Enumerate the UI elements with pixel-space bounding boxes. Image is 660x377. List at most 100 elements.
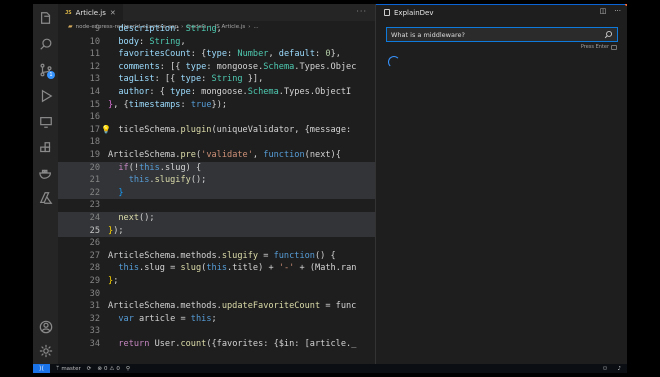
- notifications-bell-icon[interactable]: ♪: [617, 366, 621, 372]
- panel-title: ExplainDev: [394, 8, 434, 17]
- settings-gear-icon[interactable]: [38, 343, 53, 358]
- code-text: };: [108, 276, 119, 286]
- source-control-badge: 1: [47, 71, 55, 79]
- line-number: 17: [89, 124, 100, 135]
- remote-indicator-icon[interactable]: ⟩⟨: [33, 364, 50, 373]
- line-number: 33: [89, 326, 100, 337]
- code-line[interactable]: 34 return User.count({favorites: {$in: […: [58, 338, 375, 351]
- docker-icon[interactable]: [38, 165, 53, 180]
- line-number: 12: [89, 61, 100, 72]
- line-number: 22: [89, 187, 100, 198]
- code-text: next();: [108, 213, 155, 223]
- code-line[interactable]: 10 body: String,: [58, 36, 375, 49]
- more-actions-icon[interactable]: ···: [356, 7, 367, 16]
- code-line[interactable]: 32 var article = this;: [58, 313, 375, 326]
- line-number: 18: [89, 137, 100, 148]
- source-control-icon[interactable]: 1: [38, 62, 55, 79]
- search-icon[interactable]: [604, 30, 613, 41]
- notification-dot: [625, 4, 627, 6]
- line-number: 27: [89, 250, 100, 261]
- line-number: 15: [89, 99, 100, 110]
- code-text: this.slug = slug(this.title) + '-' + (Ma…: [108, 263, 357, 274]
- code-line[interactable]: 18: [58, 136, 375, 149]
- live-share-indicator[interactable]: ⚲: [126, 366, 130, 372]
- line-number: 23: [89, 200, 100, 211]
- code-line[interactable]: 33: [58, 325, 375, 338]
- question-input[interactable]: What is a middleware?: [386, 27, 618, 42]
- code-text: return User.count({favorites: {$in: [art…: [108, 339, 357, 349]
- extensions-icon[interactable]: [38, 140, 53, 155]
- code-line[interactable]: 30: [58, 288, 375, 301]
- code-text: body: String,: [108, 36, 186, 47]
- code-line[interactable]: 25});: [58, 224, 375, 238]
- code-line[interactable]: 19 ArticleSchema.pre('validate', function…: [58, 149, 375, 162]
- close-icon[interactable]: ✕: [110, 9, 116, 17]
- accounts-status-icon[interactable]: ⚇: [603, 366, 608, 372]
- editor-tabs: JS Article.js ✕ ···: [58, 4, 375, 21]
- line-number: 11: [89, 49, 100, 60]
- line-number: 21: [89, 175, 100, 186]
- line-number: 13: [89, 74, 100, 85]
- remote-explorer-icon[interactable]: [38, 114, 53, 129]
- code-text: ArticleSchema.methods.updateFavoriteCoun…: [108, 301, 357, 312]
- status-right: ⚇ ♪: [603, 366, 621, 372]
- line-number: 16: [89, 112, 100, 123]
- line-number: 31: [89, 301, 100, 312]
- code-text: ArticleSchema.pre('validate', function(n…: [108, 150, 341, 160]
- code-line[interactable]: 17 💡 ticleSchema.plugin(uniqueValidator, …: [58, 124, 375, 137]
- code-line[interactable]: 13 tagList: [{ type: String }],: [58, 73, 375, 86]
- explaindev-panel: ExplainDev ◫ ··· What is a middleware? P…: [375, 4, 627, 364]
- code-line[interactable]: 29};: [58, 275, 375, 288]
- code-line[interactable]: 28 this.slug = slug(this.title) + '-' + …: [58, 262, 375, 275]
- code-text: this.slugify();: [108, 175, 207, 186]
- code-line[interactable]: 9 description: String,: [58, 23, 375, 36]
- code-line[interactable]: 11 favoritesCount: {type: Number, defaul…: [58, 48, 375, 61]
- document-icon: [384, 9, 390, 16]
- code-text: comments: [{ type: mongoose.Schema.Types…: [108, 61, 357, 72]
- branch-indicator[interactable]: ᛘ master: [56, 366, 81, 372]
- code-line[interactable]: 14 author: { type: mongoose.Schema.Types…: [58, 86, 375, 99]
- code-line[interactable]: 26: [58, 237, 375, 250]
- press-enter-hint: Press Enter: [581, 44, 617, 50]
- code-text: }: [108, 187, 124, 198]
- code-line[interactable]: 24 next();: [58, 212, 375, 225]
- explorer-icon[interactable]: [38, 10, 53, 25]
- panel-actions: ◫ ···: [600, 7, 621, 15]
- code-line[interactable]: 22 }: [58, 186, 375, 200]
- code-line[interactable]: 27 ArticleSchema.methods.slugify = functi…: [58, 250, 375, 263]
- split-editor-icon[interactable]: ◫: [600, 7, 607, 15]
- sync-icon: ⟳: [86, 365, 92, 372]
- code-line[interactable]: 31 ArticleSchema.methods.updateFavoriteCo…: [58, 300, 375, 313]
- tab-article-js[interactable]: JS Article.js ✕: [58, 4, 123, 21]
- tab-label: Article.js: [75, 8, 106, 17]
- git-branch-icon: ᛘ: [56, 365, 60, 372]
- code-editor[interactable]: 9 description: String, 10 body: String, 11…: [58, 24, 375, 364]
- enter-key-icon: [611, 44, 617, 50]
- code-line[interactable]: 23: [58, 199, 375, 212]
- editor-group: JS Article.js ✕ ··· ▰ node-express-realw…: [58, 4, 375, 364]
- search-icon[interactable]: [38, 36, 53, 51]
- problems-indicator[interactable]: ⊗ 0 ⚠ 0: [97, 366, 120, 372]
- more-actions-icon[interactable]: ···: [614, 7, 621, 15]
- code-line[interactable]: 16: [58, 111, 375, 124]
- line-number: 30: [89, 288, 100, 299]
- code-line[interactable]: 20 if(!this.slug) {: [58, 161, 375, 175]
- line-number: 14: [89, 87, 100, 97]
- line-number: 34: [89, 339, 100, 349]
- code-text: tagList: [{ type: String }],: [108, 74, 264, 85]
- code-text: if(!this.slug) {: [108, 162, 202, 173]
- code-line[interactable]: 21 this.slugify();: [58, 174, 375, 187]
- live-share-icon: ⚲: [125, 365, 130, 372]
- line-number: 25: [89, 225, 100, 236]
- accounts-icon[interactable]: [38, 319, 53, 334]
- code-line[interactable]: 15 }, {timestamps: true});: [58, 99, 375, 112]
- code-line[interactable]: 12 comments: [{ type: mongoose.Schema.Ty…: [58, 61, 375, 74]
- code-text: ArticleSchema.methods.slugify = function…: [108, 250, 336, 261]
- run-debug-icon[interactable]: [38, 88, 53, 103]
- code-text: }, {timestamps: true});: [108, 99, 228, 110]
- code-text: });: [108, 225, 124, 236]
- sync-indicator[interactable]: ⟳: [87, 366, 92, 372]
- azure-icon[interactable]: [38, 190, 53, 205]
- code-text: ticleSchema.plugin(uniqueValidator, {mes…: [108, 124, 352, 135]
- line-number: 24: [89, 213, 100, 223]
